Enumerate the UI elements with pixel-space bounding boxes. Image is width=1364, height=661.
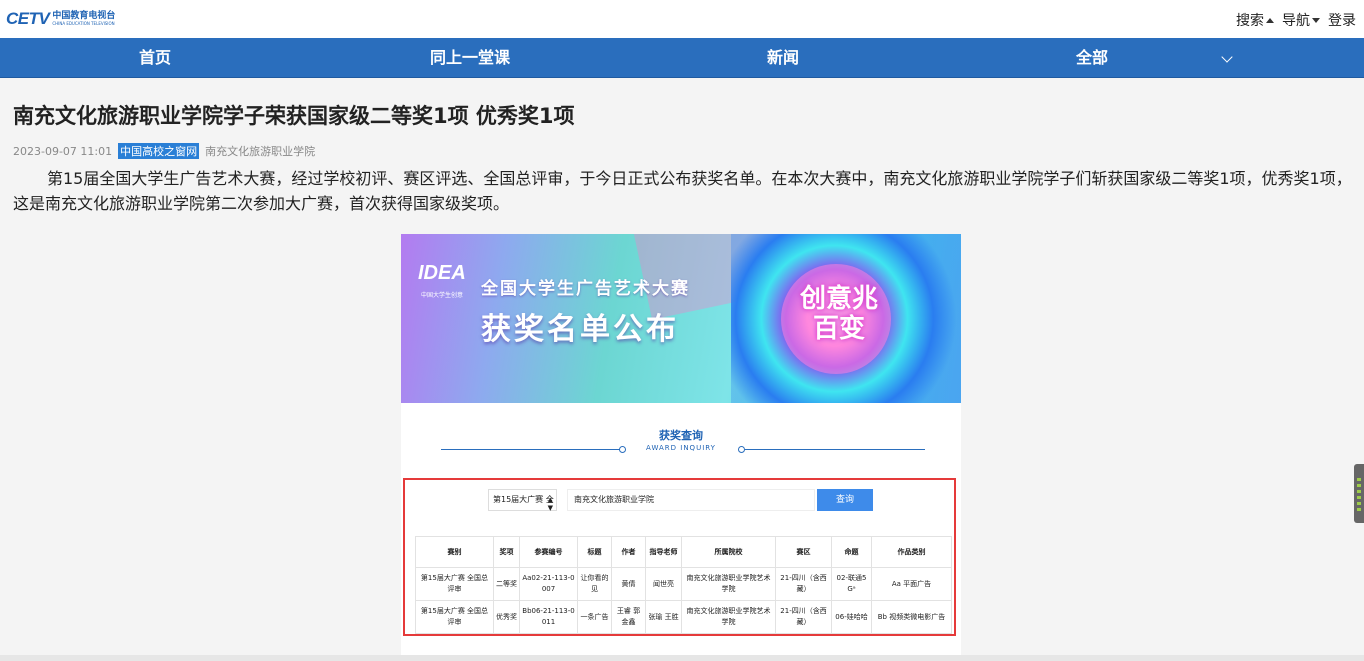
- side-scroll-handle[interactable]: [1354, 464, 1364, 523]
- nav-item-same-class[interactable]: 同上一堂课: [430, 38, 510, 78]
- col-header: 标题: [577, 536, 612, 568]
- table-cell: 南充文化旅游职业学院艺术学院: [681, 600, 776, 634]
- navigation-link[interactable]: 导航: [1282, 10, 1320, 30]
- top-links: 搜索 导航 登录: [1236, 10, 1356, 30]
- source-tag[interactable]: 中国高校之窗网: [118, 143, 200, 159]
- table-header-row: 赛别 奖项 参赛编号 标题 作者 指导老师 所属院校 赛区 命题 作品类别: [415, 536, 952, 568]
- banner-badge: 创意兆百变: [799, 284, 878, 344]
- table-cell: 一条广告: [577, 600, 612, 634]
- col-header: 奖项: [493, 536, 520, 568]
- nav-item-all[interactable]: 全部: [1076, 38, 1108, 78]
- table-cell: 张瑜 王胜: [645, 600, 682, 634]
- inquiry-subtitle: AWARD INQUIRY: [646, 444, 716, 452]
- triangle-up-icon: [1266, 17, 1274, 23]
- col-header: 赛区: [775, 536, 832, 568]
- table-cell: Aa 平面广告: [871, 567, 952, 601]
- table-cell: 黄倩: [611, 567, 646, 601]
- query-button: 查询: [817, 489, 873, 511]
- table-cell: 第15届大广赛 全国总评审: [415, 600, 494, 634]
- col-header: 作品类别: [871, 536, 952, 568]
- article-date: 2023-09-07 11:01: [13, 144, 113, 158]
- article-author: 南充文化旅游职业学院: [205, 145, 316, 158]
- table-cell: 闻世亮: [645, 567, 682, 601]
- banner-headline: 获奖名单公布: [481, 312, 679, 347]
- logo-en: CHINA EDUCATION TELEVISION: [52, 21, 115, 26]
- logo-brand: CETV: [6, 9, 50, 28]
- article-title: 南充文化旅游职业学院学子荣获国家级二等奖1项 优秀奖1项: [13, 104, 575, 128]
- idea-logo-sub: 中国大学生创意: [421, 292, 464, 299]
- table-cell: 02-联通5Gᵃ: [831, 567, 872, 601]
- nav-item-home[interactable]: 首页: [139, 38, 171, 78]
- login-link[interactable]: 登录: [1328, 10, 1356, 30]
- col-header: 指导老师: [645, 536, 682, 568]
- bottom-strip: [0, 655, 1364, 661]
- article-body: 第15届全国大学生广告艺术大赛，经过学校初评、赛区评选、全国总评审，于今日正式公…: [13, 169, 1352, 213]
- award-banner: IDEA 中国大学生创意 全国大学生广告艺术大赛 获奖名单公布 创意兆百变: [401, 234, 961, 403]
- col-header: 所属院校: [681, 536, 776, 568]
- col-header: 参赛编号: [519, 536, 578, 568]
- table-cell: 06-娃哈哈: [831, 600, 872, 634]
- top-bar: CETV 中国教育电视台 CHINA EDUCATION TELEVISION …: [0, 0, 1364, 38]
- table-cell: 第15届大广赛 全国总评审: [415, 567, 494, 601]
- table-cell: 南充文化旅游职业学院艺术学院: [681, 567, 776, 601]
- contest-select: 第15届大广赛 全 ▲ ▼: [488, 489, 557, 512]
- main-nav: 首页 同上一堂课 新闻 全部: [0, 38, 1364, 78]
- triangle-down-icon: [1312, 17, 1320, 23]
- table-row: 第15届大广赛 全国总评审 二等奖 Aa02-21-113-0007 让你看的见…: [415, 567, 952, 601]
- inquiry-title: 获奖查询: [659, 429, 703, 442]
- col-header: 赛别: [415, 536, 494, 568]
- article-image: IDEA 中国大学生创意 全国大学生广告艺术大赛 获奖名单公布 创意兆百变 获奖…: [401, 234, 961, 661]
- table-row: 第15届大广赛 全国总评审 优秀奖 Bb06-21-113-0011 一条广告 …: [415, 600, 952, 634]
- logo-cn: 中国教育电视台: [52, 11, 116, 21]
- table-cell: 王睿 郭金鑫: [611, 600, 646, 634]
- table-cell: 21-四川（含西藏）: [775, 600, 832, 634]
- chevron-down-icon[interactable]: [1221, 51, 1233, 63]
- sort-arrows-icon: ▲ ▼: [547, 496, 553, 512]
- table-cell: 21-四川（含西藏）: [775, 567, 832, 601]
- cetv-logo[interactable]: CETV 中国教育电视台 CHINA EDUCATION TELEVISION: [6, 7, 118, 31]
- awards-table: 赛别 奖项 参赛编号 标题 作者 指导老师 所属院校 赛区 命题 作品类别 第1…: [415, 536, 952, 634]
- school-search-input: 南充文化旅游职业学院: [567, 489, 815, 511]
- article-meta: 2023-09-07 11:01 中国高校之窗网 南充文化旅游职业学院: [13, 143, 315, 159]
- banner-title: 全国大学生广告艺术大赛: [481, 279, 690, 299]
- idea-logo: IDEA: [418, 262, 466, 284]
- nav-item-news[interactable]: 新闻: [767, 38, 799, 78]
- col-header: 作者: [611, 536, 646, 568]
- table-cell: Aa02-21-113-0007: [519, 567, 578, 601]
- col-header: 命题: [831, 536, 872, 568]
- table-cell: 二等奖: [493, 567, 520, 601]
- table-cell: Bb 视频类微电影广告: [871, 600, 952, 634]
- search-link[interactable]: 搜索: [1236, 10, 1274, 30]
- table-cell: 让你看的见: [577, 567, 612, 601]
- table-cell: 优秀奖: [493, 600, 520, 634]
- table-cell: Bb06-21-113-0011: [519, 600, 578, 634]
